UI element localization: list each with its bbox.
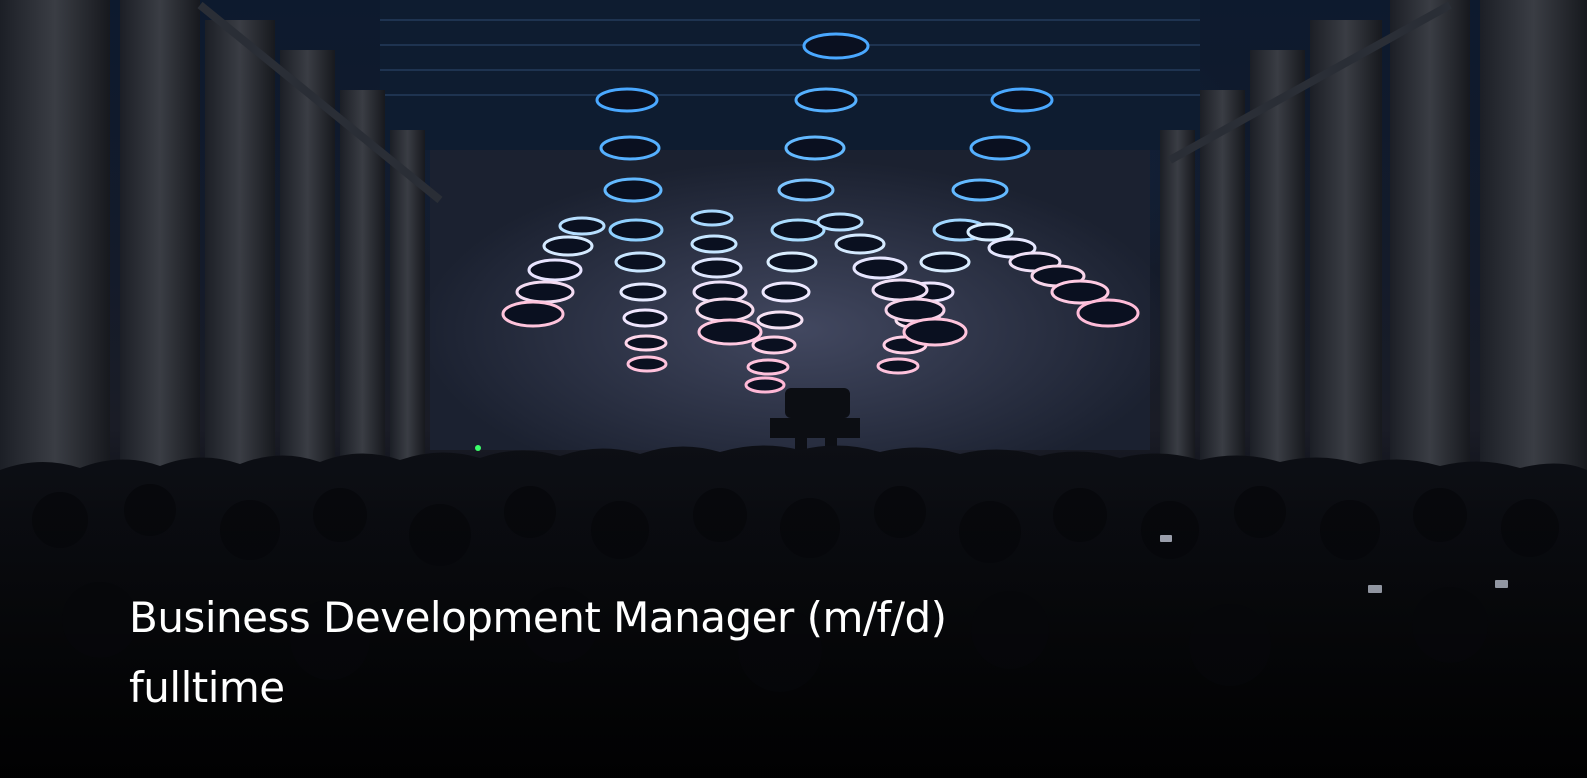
hero-banner: Business Development Manager (m/f/d) ful… (0, 0, 1587, 778)
job-title: Business Development Manager (m/f/d) (129, 593, 947, 642)
employment-type: fulltime (129, 663, 285, 712)
job-title-block: Business Development Manager (m/f/d) ful… (129, 583, 947, 723)
